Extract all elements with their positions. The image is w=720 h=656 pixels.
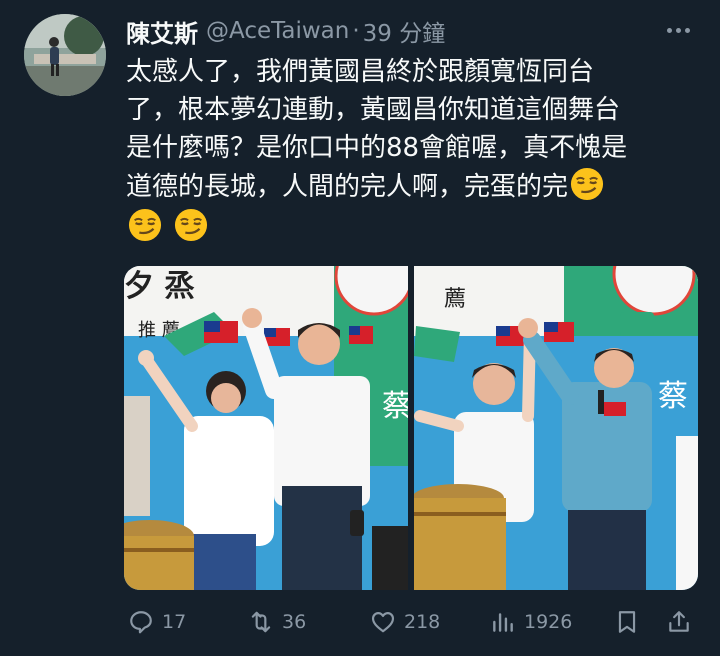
heart-icon [371, 612, 395, 633]
retweet-count: 36 [282, 611, 307, 633]
reply-button[interactable]: 17 [128, 602, 186, 642]
tweet-actions: 17 36 218 1926 [124, 602, 704, 642]
emoji-row [126, 206, 706, 244]
sign-text: 薦 [444, 287, 466, 312]
tweet-text-line: 是什麼嗎？是你口中的88會館喔，真不愧是 [126, 133, 628, 163]
retweet-icon [251, 611, 271, 633]
more-options-icon[interactable] [660, 16, 696, 44]
vertical-sign-text: 蔡 [658, 379, 688, 414]
avatar[interactable] [24, 14, 106, 96]
smirking-face-emoji-icon [174, 208, 208, 242]
share-button[interactable] [666, 602, 692, 642]
tweet-text-line-text: 道德的長城，人間的完人啊，完蛋的完 [126, 172, 569, 202]
vertical-sign-text: 蔡 [382, 389, 408, 424]
retweet-button[interactable]: 36 [248, 602, 306, 642]
smirking-face-emoji-icon [570, 167, 604, 201]
user-handle[interactable]: @AceTaiwan [206, 18, 349, 44]
reply-count: 17 [162, 611, 187, 633]
svg-text:夕 烝: 夕 烝 [124, 269, 194, 304]
tweet-text-line: 太感人了，我們黃國昌終於跟顏寬恆同台 [126, 57, 595, 87]
views-button[interactable]: 1926 [490, 602, 572, 642]
reply-icon [130, 611, 152, 634]
tweet[interactable]: 陳艾斯 @AceTaiwan · 39 分鐘 太感人了，我們黃國昌終於跟顏寬恆同… [0, 0, 720, 656]
tweet-text-line: 道德的長城，人間的完人啊，完蛋的完 [126, 167, 706, 206]
views-chart-icon [493, 613, 513, 632]
tweet-text: 太感人了，我們黃國昌終於跟顏寬恆同台 了，根本夢幻連動，黃國昌你知道這個舞台 是… [126, 53, 706, 244]
smirking-face-emoji-icon [128, 208, 162, 242]
timestamp[interactable]: 39 分鐘 [363, 14, 446, 48]
like-count: 218 [404, 611, 441, 633]
photo-left[interactable]: 夕 烝 推 薦 蔡 [124, 266, 408, 590]
share-icon [669, 611, 689, 632]
bookmark-icon [618, 611, 636, 633]
like-button[interactable]: 218 [370, 602, 440, 642]
bookmark-button[interactable] [614, 602, 640, 642]
views-count: 1926 [524, 611, 573, 633]
tweet-text-line: 了，根本夢幻連動，黃國昌你知道這個舞台 [126, 95, 621, 125]
separator-dot: · [352, 18, 360, 44]
display-name[interactable]: 陳艾斯 [126, 14, 198, 49]
photo-right[interactable]: 薦 蔡 [414, 266, 698, 590]
tweet-header: 陳艾斯 @AceTaiwan · 39 分鐘 [126, 14, 445, 48]
media-grid: 夕 烝 推 薦 蔡 薦 蔡 [124, 266, 698, 590]
